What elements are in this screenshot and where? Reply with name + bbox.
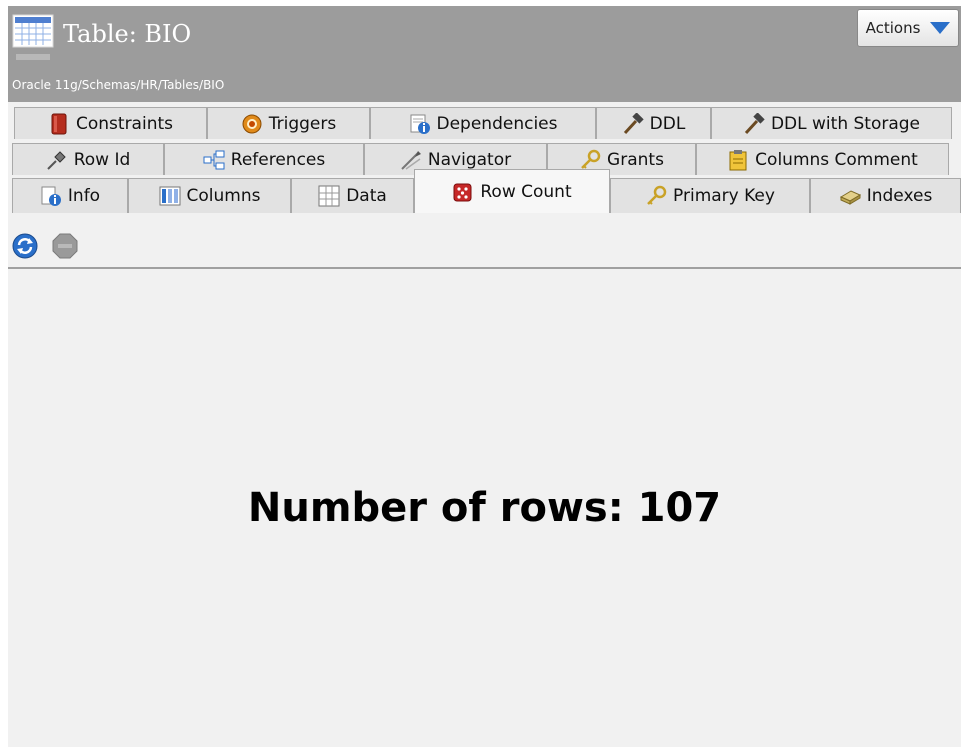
table-editor-window: Table: BIO Oracle 11g/Schemas/HR/Tables/…	[8, 6, 961, 747]
tab-data[interactable]: Data	[291, 178, 414, 213]
tab-triggers[interactable]: Triggers	[207, 107, 370, 139]
tab-constraints[interactable]: Constraints	[14, 107, 207, 139]
actions-button[interactable]: Actions	[857, 9, 959, 47]
dice-icon	[453, 183, 472, 201]
tab-row-count[interactable]: Row Count	[414, 169, 610, 213]
refresh-icon[interactable]	[10, 231, 40, 261]
key-icon	[647, 185, 667, 205]
tab-columns[interactable]: Columns	[128, 178, 291, 213]
table-icon	[12, 14, 54, 60]
triggers-icon	[242, 114, 262, 133]
grid-icon	[318, 185, 340, 207]
tab-primary-key[interactable]: Primary Key	[610, 178, 810, 213]
breadcrumb: Oracle 11g/Schemas/HR/Tables/BIO	[12, 78, 225, 92]
info-icon	[41, 186, 61, 206]
tab-ddl-with-storage[interactable]: DDL with Storage	[711, 107, 952, 139]
pushpin-icon	[47, 150, 66, 170]
row-count-text: Number of rows: 107	[247, 485, 722, 531]
hammer-icon	[744, 112, 765, 134]
dropdown-triangle-icon	[930, 22, 951, 34]
header-bar: Table: BIO Oracle 11g/Schemas/HR/Tables/…	[8, 6, 961, 102]
tab-row-id[interactable]: Row Id	[12, 143, 164, 175]
columns-icon	[159, 186, 181, 206]
clipboard-icon	[729, 149, 747, 170]
toolbar	[8, 213, 961, 269]
tab-strip: Constraints Triggers Dependencies DDL DD…	[8, 107, 961, 213]
tab-ddl[interactable]: DDL	[596, 107, 711, 139]
tab-indexes[interactable]: Indexes	[810, 178, 961, 213]
dependencies-icon	[410, 114, 430, 134]
key-icon	[581, 149, 601, 169]
row-count-panel: Number of rows: 107	[8, 269, 961, 747]
navigator-icon	[401, 150, 421, 170]
tab-columns-comment[interactable]: Columns Comment	[696, 143, 949, 175]
tab-info[interactable]: Info	[12, 178, 128, 213]
references-icon	[203, 150, 225, 169]
tab-references[interactable]: References	[164, 143, 364, 175]
page-title: Table: BIO	[63, 20, 192, 48]
hammer-icon	[623, 112, 644, 134]
indexes-icon	[839, 190, 861, 205]
actions-label: Actions	[865, 19, 921, 37]
constraints-icon	[51, 113, 67, 134]
stop-icon[interactable]	[50, 231, 80, 261]
tab-dependencies[interactable]: Dependencies	[370, 107, 596, 139]
